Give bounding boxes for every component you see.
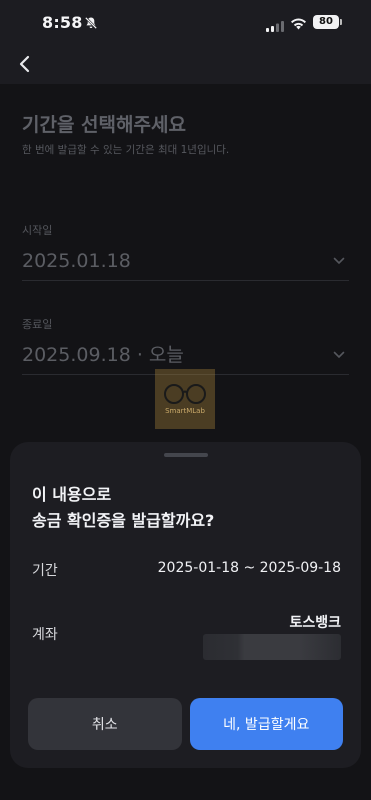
confirm-issue-button[interactable]: 네, 발급할게요 bbox=[189, 698, 343, 750]
confirm-bottom-sheet: 이 내용으로 송금 확인증을 발급할까요? 기간 2025-01-18 ~ 20… bbox=[10, 442, 361, 768]
start-date-field[interactable]: 시작일 2025.01.18 bbox=[22, 222, 349, 281]
end-date-field[interactable]: 종료일 2025.09.18 · 오늘 bbox=[22, 316, 349, 375]
page-title: 기간을 선택해주세요 bbox=[22, 114, 186, 136]
chevron-down-icon bbox=[333, 344, 345, 363]
end-date-value: 2025.09.18 · 오늘 bbox=[22, 344, 184, 366]
back-arrow-icon bbox=[19, 55, 30, 73]
divider bbox=[22, 280, 349, 281]
bank-name: 토스뱅크 bbox=[289, 615, 341, 631]
account-label: 계좌 bbox=[32, 627, 58, 643]
bell-slash-icon bbox=[84, 15, 98, 34]
signal-icon bbox=[266, 17, 284, 36]
page-subtitle: 한 번에 발급할 수 있는 기간은 최대 1년입니다. bbox=[22, 144, 230, 156]
account-number-masked bbox=[203, 634, 341, 660]
screen: 8:58 80 기간을 선택해주세요 한 번에 발급할 수 있는 기간은 최대 … bbox=[0, 0, 371, 800]
action-buttons: 취소 네, 발급할게요 bbox=[28, 698, 343, 750]
sheet-title-line1: 이 내용으로 bbox=[32, 485, 112, 504]
sheet-title-line2: 송금 확인증을 발급할까요? bbox=[32, 511, 215, 530]
watermark-logo: SmartMLab bbox=[155, 369, 215, 429]
wifi-icon bbox=[290, 15, 307, 34]
end-date-label: 종료일 bbox=[22, 318, 53, 331]
sheet-title: 이 내용으로 송금 확인증을 발급할까요? bbox=[32, 482, 214, 534]
battery-icon: 80 bbox=[313, 15, 342, 29]
period-label: 기간 bbox=[32, 563, 58, 579]
nav-bar bbox=[0, 44, 371, 84]
back-button[interactable] bbox=[10, 50, 38, 78]
status-bar: 8:58 80 bbox=[0, 0, 371, 44]
watermark-text: SmartMLab bbox=[165, 407, 205, 415]
period-value: 2025-01-18 ~ 2025-09-18 bbox=[157, 560, 341, 576]
start-date-value: 2025.01.18 bbox=[22, 250, 131, 272]
status-time: 8:58 bbox=[42, 13, 83, 32]
cancel-button[interactable]: 취소 bbox=[28, 698, 182, 750]
sheet-handle[interactable] bbox=[163, 453, 208, 457]
start-date-label: 시작일 bbox=[22, 224, 53, 237]
chevron-down-icon bbox=[333, 250, 345, 269]
period-row: 기간 2025-01-18 ~ 2025-09-18 bbox=[32, 560, 341, 580]
glasses-icon bbox=[164, 384, 206, 404]
